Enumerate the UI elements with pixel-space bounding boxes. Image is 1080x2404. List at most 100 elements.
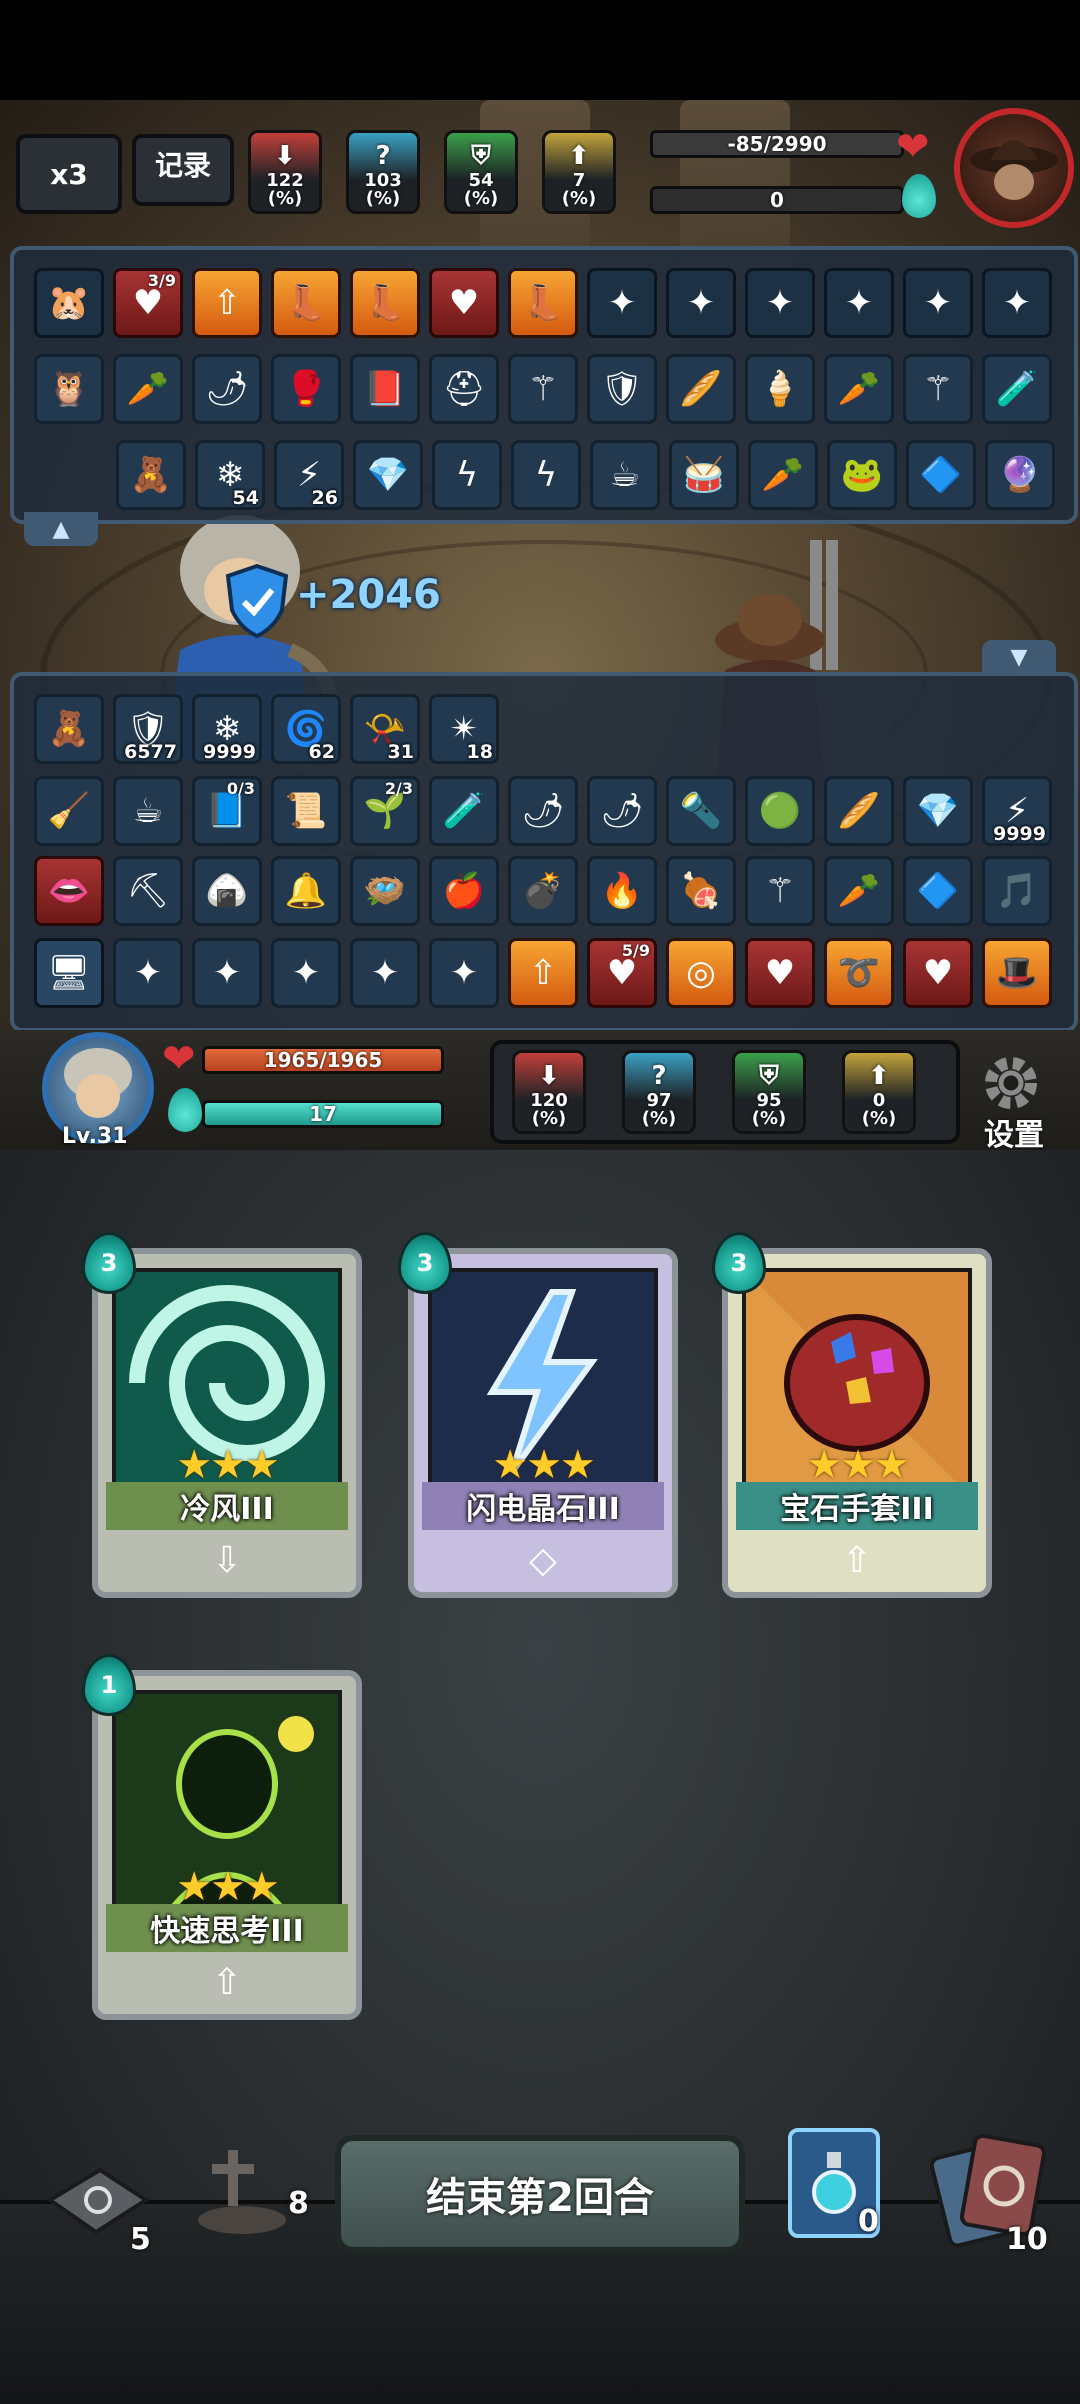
item-slot[interactable]: 🥊: [271, 354, 341, 424]
item-slot[interactable]: ⇧: [192, 268, 262, 338]
item-slot[interactable]: 🧪: [429, 776, 499, 846]
item-slot[interactable]: 🥖: [666, 354, 736, 424]
item-slot[interactable]: ◎: [666, 938, 736, 1008]
item-slot[interactable]: ⚚: [745, 856, 815, 926]
item-slot[interactable]: ✴ 18: [429, 694, 499, 764]
card[interactable]: ★★★ 冷风III ⇩ 3: [82, 1232, 362, 1598]
item-slot[interactable]: ♥ 3/9: [113, 268, 183, 338]
item-slot[interactable]: 📕: [350, 354, 420, 424]
item-slot[interactable]: 👢: [350, 268, 420, 338]
item-slot[interactable]: ✦: [745, 268, 815, 338]
item-slot[interactable]: ➰: [824, 938, 894, 1008]
item-slot[interactable]: 👢: [508, 268, 578, 338]
item-slot[interactable]: 🎵: [982, 856, 1052, 926]
item-slot[interactable]: ⛑: [429, 354, 499, 424]
item-slot[interactable]: 💣: [508, 856, 578, 926]
item-slot[interactable]: 🔷: [906, 440, 976, 510]
item-slot[interactable]: 🍙: [192, 856, 262, 926]
item-slot[interactable]: ✦: [982, 268, 1052, 338]
player-stat-defense[interactable]: ⛨ 95 (%): [732, 1050, 806, 1134]
item-slot[interactable]: 📜: [271, 776, 341, 846]
item-slot[interactable]: 🥕: [824, 856, 894, 926]
item-slot[interactable]: ☕: [113, 776, 183, 846]
player-stat-attack-down[interactable]: ⬇ 120 (%): [512, 1050, 586, 1134]
item-slot[interactable]: ⚡ 26: [274, 440, 344, 510]
item-slot[interactable]: 🌶: [192, 354, 262, 424]
item-slot[interactable]: 🧹: [34, 776, 104, 846]
item-slot[interactable]: ❄ 9999: [192, 694, 262, 764]
item-slot[interactable]: 🛡 6577: [113, 694, 183, 764]
player-stat-mystery[interactable]: ? 97 (%): [622, 1050, 696, 1134]
item-slot[interactable]: 🥁: [669, 440, 739, 510]
item-slot[interactable]: ⚡ 9999: [982, 776, 1052, 846]
discard-pile-button[interactable]: [192, 2140, 292, 2240]
item-slot[interactable]: ✦: [587, 268, 657, 338]
item-slot[interactable]: 👢: [271, 268, 341, 338]
enemy-stat-attack-down[interactable]: ⬇ 122 (%): [248, 130, 322, 214]
speed-button[interactable]: x3: [16, 134, 122, 214]
item-slot[interactable]: 🍖: [666, 856, 736, 926]
item-slot[interactable]: 🦉: [34, 354, 104, 424]
item-slot[interactable]: 🥕: [748, 440, 818, 510]
item-slot[interactable]: ✦: [903, 268, 973, 338]
item-slot[interactable]: ✦: [429, 938, 499, 1008]
item-slot[interactable]: 🔥: [587, 856, 657, 926]
enemy-stat-mystery[interactable]: ? 103 (%): [346, 130, 420, 214]
item-slot[interactable]: 🌶: [587, 776, 657, 846]
item-slot[interactable]: 🌶: [508, 776, 578, 846]
item-slot[interactable]: ✦: [192, 938, 262, 1008]
gear-icon[interactable]: [980, 1052, 1042, 1114]
item-slot[interactable]: 🥕: [113, 354, 183, 424]
item-slot[interactable]: 🧪: [982, 354, 1052, 424]
item-slot[interactable]: 🌱 2/3: [350, 776, 420, 846]
item-slot[interactable]: 📯 31: [350, 694, 420, 764]
item-slot[interactable]: ⚚: [508, 354, 578, 424]
settings-label[interactable]: 设置: [984, 1110, 1044, 1154]
enemy-avatar[interactable]: [954, 108, 1074, 228]
collapse-player-panel-button[interactable]: ▼: [982, 640, 1056, 674]
enemy-stat-up-arrow[interactable]: ⬆ 7 (%): [542, 130, 616, 214]
enemy-stat-defense[interactable]: ⛨ 54 (%): [444, 130, 518, 214]
card[interactable]: ★★★ 宝石手套III ⇧ 3: [712, 1232, 992, 1598]
item-slot[interactable]: ❄ 54: [195, 440, 265, 510]
player-stat-up-arrow[interactable]: ⬆ 0 (%): [842, 1050, 916, 1134]
item-slot[interactable]: ♥ 5/9: [587, 938, 657, 1008]
item-slot[interactable]: 🖥: [34, 938, 104, 1008]
item-slot[interactable]: ✦: [666, 268, 736, 338]
item-slot[interactable]: ✦: [824, 268, 894, 338]
item-slot[interactable]: ♥: [745, 938, 815, 1008]
item-slot[interactable]: 🐹: [34, 268, 104, 338]
item-slot[interactable]: ☕: [590, 440, 660, 510]
item-slot[interactable]: 👄: [34, 856, 104, 926]
item-slot[interactable]: 🛡: [587, 354, 657, 424]
item-slot[interactable]: 📘 0/3: [192, 776, 262, 846]
item-slot[interactable]: 🌀 62: [271, 694, 341, 764]
item-slot[interactable]: ⛏: [113, 856, 183, 926]
item-slot[interactable]: 💎: [353, 440, 423, 510]
item-slot[interactable]: 🔷: [903, 856, 973, 926]
item-slot[interactable]: 🧸: [34, 694, 104, 764]
card[interactable]: ★★★ 快速思考III ⇧ 1: [82, 1654, 362, 2020]
item-slot[interactable]: ϟ: [511, 440, 581, 510]
item-slot[interactable]: ✦: [113, 938, 183, 1008]
collapse-enemy-panel-button[interactable]: ▲: [24, 512, 98, 546]
item-slot[interactable]: 🔦: [666, 776, 736, 846]
item-slot[interactable]: 🥖: [824, 776, 894, 846]
item-slot[interactable]: ✦: [350, 938, 420, 1008]
item-slot[interactable]: 🐸: [827, 440, 897, 510]
item-slot[interactable]: ϟ: [432, 440, 502, 510]
card[interactable]: ★★★ 闪电晶石III ◇ 3: [398, 1232, 678, 1598]
item-slot[interactable]: 🧸: [116, 440, 186, 510]
item-slot[interactable]: 🔮: [985, 440, 1055, 510]
item-slot[interactable]: 🔔: [271, 856, 341, 926]
item-slot[interactable]: ♥: [903, 938, 973, 1008]
item-slot[interactable]: 🍎: [429, 856, 499, 926]
item-slot[interactable]: ♥: [429, 268, 499, 338]
item-slot[interactable]: ⇧: [508, 938, 578, 1008]
item-slot[interactable]: 🎩: [982, 938, 1052, 1008]
item-slot[interactable]: 🍦: [745, 354, 815, 424]
record-button[interactable]: 记录: [132, 134, 234, 206]
item-slot[interactable]: ✦: [271, 938, 341, 1008]
item-slot[interactable]: 🟢: [745, 776, 815, 846]
item-slot[interactable]: ⚚: [903, 354, 973, 424]
